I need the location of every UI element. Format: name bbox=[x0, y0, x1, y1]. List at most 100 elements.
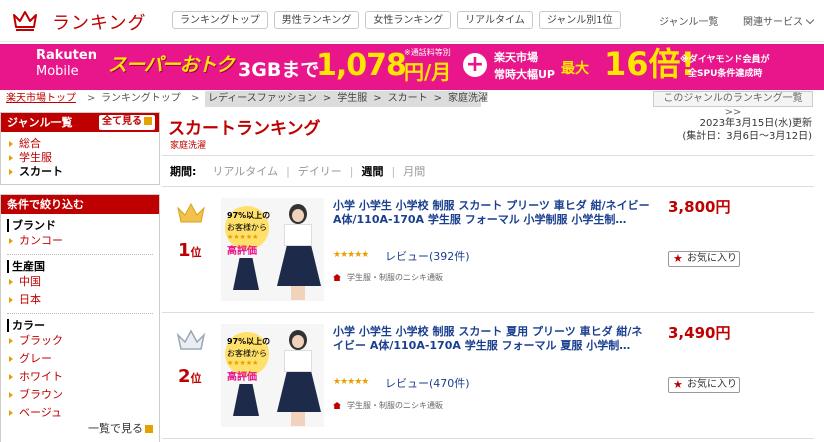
filter-color-black[interactable]: ブラック bbox=[9, 332, 159, 350]
sidebar-item-uniform[interactable]: 学生服 bbox=[9, 151, 159, 165]
crown-logo-icon[interactable] bbox=[12, 9, 38, 31]
update-info: 2023年3月15日(水)更新 (集計日：3月6日～3月12日) bbox=[682, 117, 812, 143]
rank-suffix: 位 bbox=[190, 372, 202, 385]
breadcrumb-skirt[interactable]: スカート bbox=[388, 90, 428, 108]
breadcrumb-separator: > bbox=[322, 93, 332, 104]
badge-text-1: 97%以上の bbox=[227, 211, 271, 220]
model-face bbox=[292, 209, 304, 222]
chevron-down-icon bbox=[805, 15, 815, 25]
plus-icon: + bbox=[463, 53, 487, 77]
see-all-label: 全て見る bbox=[102, 116, 142, 127]
product-image[interactable]: 97%以上の お客様から ★★★★★ 高評価 bbox=[221, 324, 324, 427]
view-list-label: 一覧で見る bbox=[88, 422, 143, 435]
breadcrumb-ranking-top[interactable]: ランキングトップ bbox=[101, 90, 181, 108]
review-count-link[interactable]: レビュー(392件) bbox=[385, 248, 470, 264]
period-selector: 期間: リアルタイム | デイリー | 週間 | 月間 bbox=[170, 163, 425, 179]
breadcrumb-separator: > bbox=[87, 93, 96, 104]
genre-ranking-list-button[interactable]: このジャンルのランキング一覧 >> bbox=[653, 91, 813, 118]
nav-women-ranking[interactable]: 女性ランキング bbox=[365, 11, 452, 29]
skirt-image bbox=[233, 258, 259, 290]
filter-item-label: 日本 bbox=[19, 293, 41, 306]
tab-realtime[interactable]: リアルタイム bbox=[212, 163, 278, 179]
related-services-label: 関連サービス bbox=[743, 17, 803, 28]
favorite-button[interactable]: ★ お気に入り bbox=[668, 251, 740, 267]
banner-rt1: 楽天市場 bbox=[494, 51, 538, 64]
breadcrumb-separator: > bbox=[191, 93, 200, 104]
sidebar-item-skirt[interactable]: スカート bbox=[9, 165, 159, 179]
nav-genre-first[interactable]: ジャンル別1位 bbox=[538, 11, 621, 29]
tab-monthly[interactable]: 月間 bbox=[403, 163, 425, 179]
nav-ranking-top[interactable]: ランキングトップ bbox=[172, 11, 268, 29]
filter-color-brown[interactable]: ブラウン bbox=[9, 386, 159, 404]
sidebar-genre-header: ジャンル一覧 全て見る bbox=[1, 113, 159, 132]
page-subtitle: 家庭洗濯 bbox=[170, 141, 207, 151]
see-all-button[interactable]: 全て見る bbox=[99, 115, 155, 130]
view-list-button[interactable]: 一覧で見る bbox=[88, 420, 153, 436]
triangle-right-icon bbox=[9, 374, 13, 380]
filter-group-title: カラー bbox=[7, 319, 159, 332]
badge-text-3: 高評価 bbox=[227, 372, 257, 383]
divider bbox=[7, 313, 153, 314]
product-title-link[interactable]: 小学 小学生 小学校 制服 スカート プリーツ 車ヒダ 紺/ネイビー A体/11… bbox=[333, 199, 651, 227]
rating-stars: ★★★★★ bbox=[333, 377, 369, 387]
sidebar-item-label: 総合 bbox=[19, 137, 41, 150]
product-image[interactable]: 97%以上の お客様から ★★★★★ 高評価 bbox=[221, 198, 324, 301]
shop-link[interactable]: 学生服・制服のニシキ通販 bbox=[333, 272, 443, 283]
tab-daily[interactable]: デイリー bbox=[298, 163, 342, 179]
updated-date: 2023年3月15日(水)更新 bbox=[699, 118, 812, 129]
filter-group-color: カラー ブラック グレー ホワイト ブラウン ベージュ bbox=[7, 319, 159, 422]
model-skirt bbox=[277, 372, 321, 412]
banner-gb: 3GBまで bbox=[238, 59, 320, 81]
genre-list-link[interactable]: ジャンル一覧 bbox=[659, 13, 719, 28]
review-count-link[interactable]: レビュー(470件) bbox=[385, 375, 470, 391]
badge-stars: ★★★★★ bbox=[227, 233, 259, 241]
rank-number: 1位 bbox=[178, 240, 202, 261]
sidebar-filter-header: 条件で絞り込む bbox=[1, 195, 159, 214]
breadcrumb-rakuten-top[interactable]: 楽天市場トップ bbox=[6, 90, 76, 108]
related-services-menu[interactable]: 関連サービス bbox=[743, 13, 815, 28]
breadcrumb-separator: > bbox=[433, 93, 442, 104]
arrow-square-icon bbox=[144, 117, 152, 125]
filter-brand-kanko[interactable]: カンコー bbox=[9, 232, 159, 250]
divider bbox=[162, 155, 814, 156]
logo-text[interactable]: ランキング bbox=[52, 9, 146, 35]
rakuten-mobile-logo: Rakuten Mobile bbox=[36, 48, 97, 80]
filter-item-label: 中国 bbox=[19, 275, 41, 288]
breadcrumb-uniform[interactable]: 学生服 bbox=[337, 90, 367, 108]
model-shirt bbox=[284, 224, 312, 246]
sidebar-item-label: 学生服 bbox=[19, 151, 52, 164]
shop-link[interactable]: 学生服・制服のニシキ通販 bbox=[333, 400, 443, 411]
model-legs bbox=[291, 286, 305, 300]
tab-separator: | bbox=[391, 164, 396, 178]
badge-text-2: お客様から bbox=[227, 223, 267, 232]
filter-country-japan[interactable]: 日本 bbox=[9, 291, 159, 309]
filter-color-white[interactable]: ホワイト bbox=[9, 368, 159, 386]
breadcrumb-ladies-fashion[interactable]: レディースファッション bbox=[208, 90, 317, 108]
favorite-button[interactable]: ★ お気に入り bbox=[668, 377, 740, 393]
triangle-right-icon bbox=[9, 141, 13, 147]
tab-separator: | bbox=[286, 164, 290, 178]
product-title-link[interactable]: 小学 小学生 小学校 制服 スカート 夏用 プリーツ 車ヒダ 紺/ネイビー A体… bbox=[333, 325, 651, 353]
filter-item-label: ブラック bbox=[19, 334, 63, 347]
gold-crown-icon bbox=[177, 202, 205, 223]
filter-country-china[interactable]: 中国 bbox=[9, 273, 159, 291]
shop-name: 学生服・制服のニシキ通販 bbox=[347, 273, 443, 282]
nav-realtime[interactable]: リアルタイム bbox=[457, 11, 533, 29]
sidebar-genre-box: ジャンル一覧 全て見る 総合 学生服 スカート bbox=[0, 112, 160, 185]
sidebar-item-label: スカート bbox=[19, 165, 63, 178]
page-title: スカートランキング bbox=[168, 119, 321, 139]
tab-weekly[interactable]: 週間 bbox=[362, 163, 384, 179]
shop-icon bbox=[333, 274, 341, 281]
filter-color-gray[interactable]: グレー bbox=[9, 350, 159, 368]
rank-suffix: 位 bbox=[190, 246, 202, 259]
rating-stars: ★★★★★ bbox=[333, 250, 369, 260]
promo-banner[interactable]: Rakuten Mobile スーパーおトク 3GBまで 1,078 ※通話料等… bbox=[0, 44, 824, 90]
star-icon: ★ bbox=[673, 252, 683, 265]
filter-item-label: ブラウン bbox=[19, 388, 63, 401]
triangle-right-icon bbox=[9, 410, 13, 416]
silver-crown-icon bbox=[176, 329, 206, 350]
model-face bbox=[292, 335, 304, 348]
badge-text-2: お客様から bbox=[227, 349, 267, 358]
nav-men-ranking[interactable]: 男性ランキング bbox=[273, 11, 360, 29]
sidebar-item-overall[interactable]: 総合 bbox=[9, 137, 159, 151]
